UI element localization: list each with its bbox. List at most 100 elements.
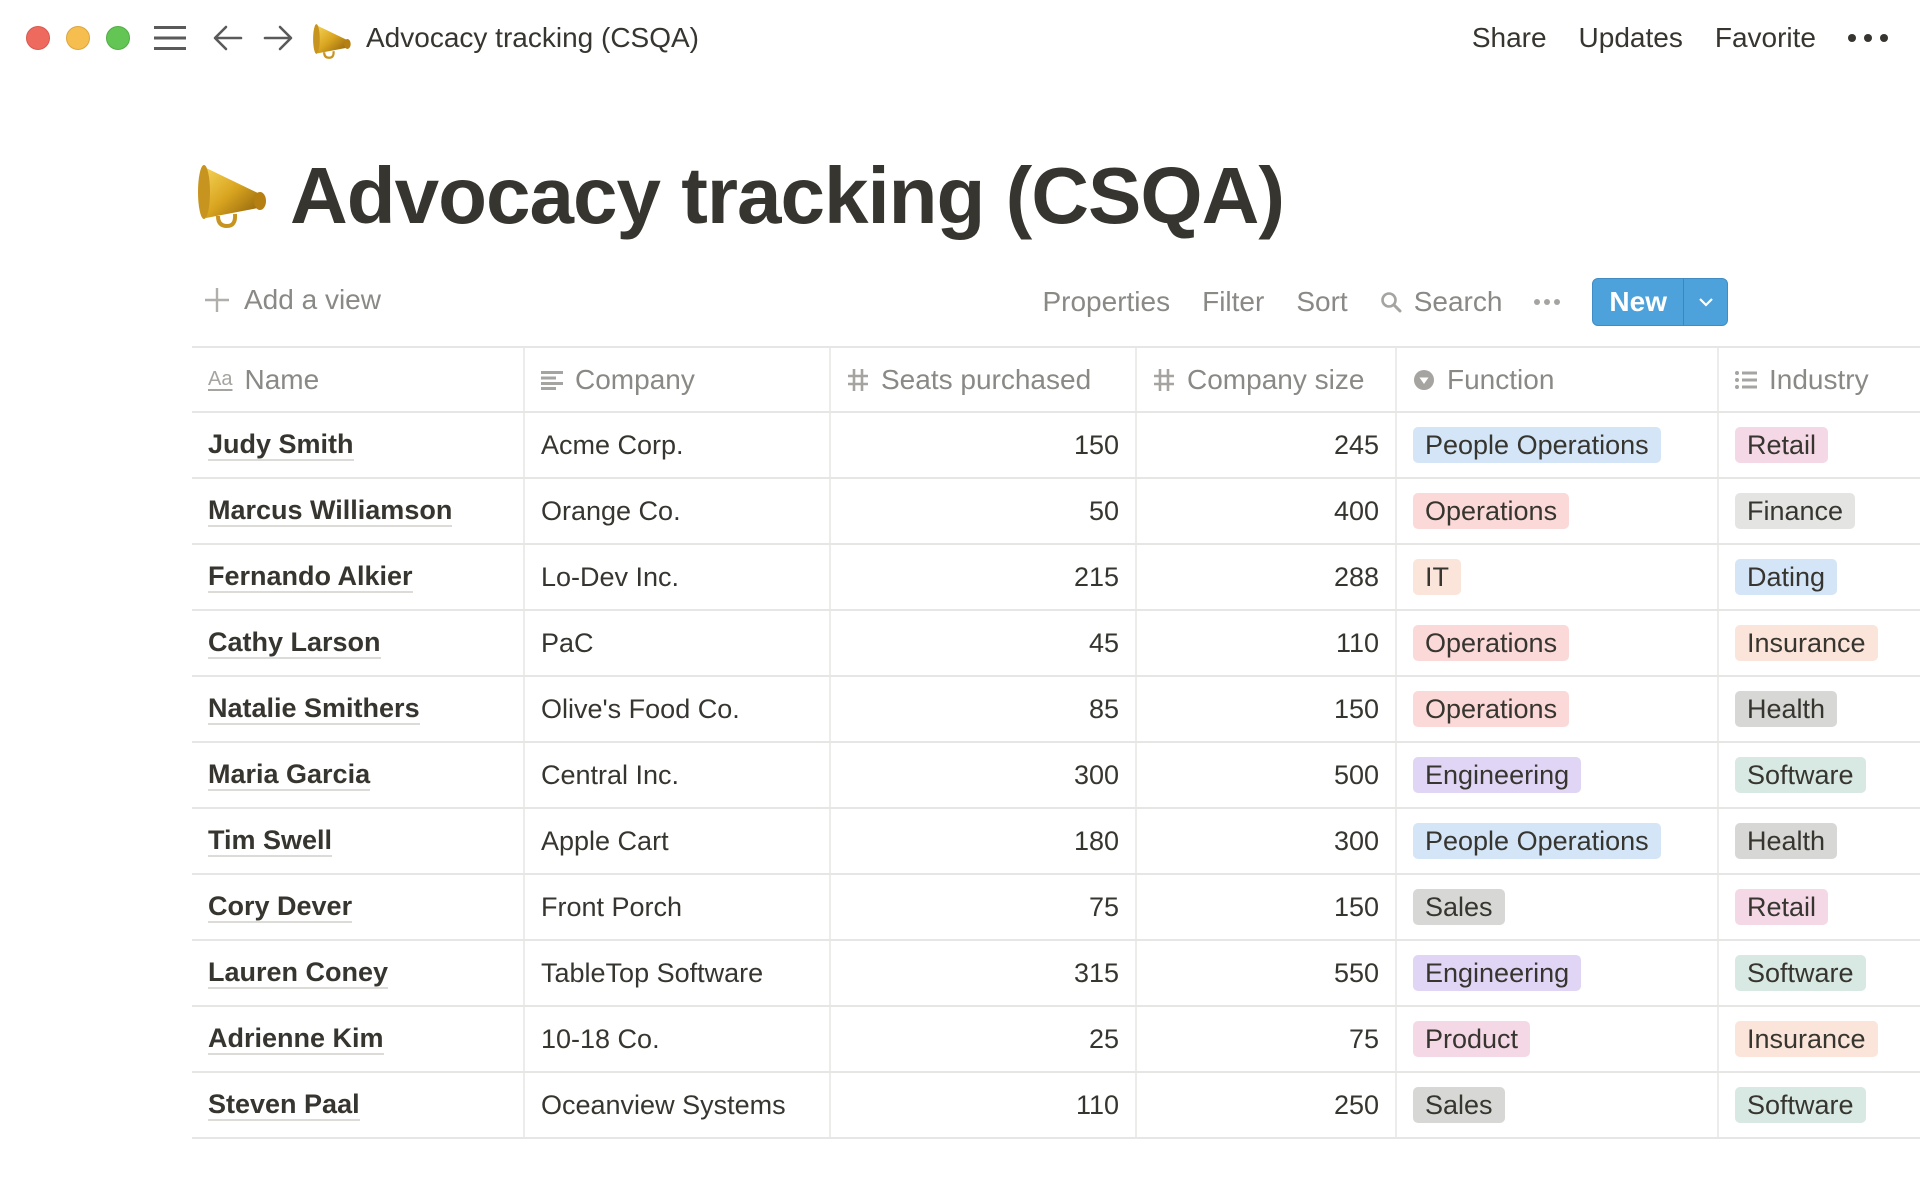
function-cell[interactable]: Engineering [1397,743,1719,807]
name-cell[interactable]: Cory Dever [192,875,525,939]
function-cell[interactable]: Operations [1397,611,1719,675]
industry-cell[interactable]: Finance [1719,479,1920,543]
company-size-cell[interactable]: 288 [1137,545,1397,609]
company-cell[interactable]: 10-18 Co. [525,1007,831,1071]
company-size-cell[interactable]: 550 [1137,941,1397,1005]
company-cell[interactable]: Oceanview Systems [525,1073,831,1137]
seats-purchased-cell[interactable]: 215 [831,545,1137,609]
company-cell[interactable]: Acme Corp. [525,413,831,477]
industry-cell[interactable]: Health [1719,677,1920,741]
function-cell[interactable]: Product [1397,1007,1719,1071]
company-cell[interactable]: Lo-Dev Inc. [525,545,831,609]
industry-cell[interactable]: Software [1719,1073,1920,1137]
company-size-cell[interactable]: 500 [1137,743,1397,807]
company-size-cell[interactable]: 250 [1137,1073,1397,1137]
function-cell[interactable]: People Operations [1397,809,1719,873]
name-cell[interactable]: Marcus Williamson [192,479,525,543]
name-cell[interactable]: Steven Paal [192,1073,525,1137]
record-name-link[interactable]: Cathy Larson [208,627,381,659]
name-cell[interactable]: Natalie Smithers [192,677,525,741]
name-cell[interactable]: Adrienne Kim [192,1007,525,1071]
column-header-name[interactable]: Aa Name [192,348,525,411]
column-header-company-size[interactable]: Company size [1137,348,1397,411]
industry-cell[interactable]: Insurance [1719,611,1920,675]
table-row[interactable]: Cathy Larson PaC 45 110 Operations Insur… [192,611,1920,677]
record-name-link[interactable]: Tim Swell [208,825,333,857]
record-name-link[interactable]: Adrienne Kim [208,1023,384,1055]
seats-purchased-cell[interactable]: 110 [831,1073,1137,1137]
industry-cell[interactable]: Retail [1719,875,1920,939]
add-view-button[interactable]: Add a view [204,284,381,316]
more-horizontal-icon[interactable] [1848,34,1888,42]
more-options-icon[interactable] [1534,299,1561,305]
table-row[interactable]: Lauren Coney TableTop Software 315 550 E… [192,941,1920,1007]
company-size-cell[interactable]: 150 [1137,677,1397,741]
company-size-cell[interactable]: 245 [1137,413,1397,477]
record-name-link[interactable]: Fernando Alkier [208,561,413,593]
table-row[interactable]: Adrienne Kim 10-18 Co. 25 75 Product Ins… [192,1007,1920,1073]
company-size-cell[interactable]: 150 [1137,875,1397,939]
function-cell[interactable]: Sales [1397,1073,1719,1137]
record-name-link[interactable]: Steven Paal [208,1089,360,1121]
function-cell[interactable]: Operations [1397,677,1719,741]
industry-cell[interactable]: Health [1719,809,1920,873]
company-cell[interactable]: Apple Cart [525,809,831,873]
column-header-seats-purchased[interactable]: Seats purchased [831,348,1137,411]
company-size-cell[interactable]: 300 [1137,809,1397,873]
name-cell[interactable]: Tim Swell [192,809,525,873]
seats-purchased-cell[interactable]: 75 [831,875,1137,939]
table-row[interactable]: Fernando Alkier Lo-Dev Inc. 215 288 IT D… [192,545,1920,611]
seats-purchased-cell[interactable]: 50 [831,479,1137,543]
seats-purchased-cell[interactable]: 150 [831,413,1137,477]
record-name-link[interactable]: Lauren Coney [208,957,389,989]
properties-button[interactable]: Properties [1042,286,1170,318]
new-dropdown-button[interactable] [1683,279,1727,325]
name-cell[interactable]: Fernando Alkier [192,545,525,609]
table-row[interactable]: Tim Swell Apple Cart 180 300 People Oper… [192,809,1920,875]
company-size-cell[interactable]: 110 [1137,611,1397,675]
name-cell[interactable]: Maria Garcia [192,743,525,807]
table-row[interactable]: Judy Smith Acme Corp. 150 245 People Ope… [192,413,1920,479]
table-row[interactable]: Steven Paal Oceanview Systems 110 250 Sa… [192,1073,1920,1139]
page-title[interactable]: Advocacy tracking (CSQA) [290,148,1285,244]
name-cell[interactable]: Cathy Larson [192,611,525,675]
seats-purchased-cell[interactable]: 315 [831,941,1137,1005]
industry-cell[interactable]: Insurance [1719,1007,1920,1071]
function-cell[interactable]: Operations [1397,479,1719,543]
sort-button[interactable]: Sort [1296,286,1347,318]
function-cell[interactable]: Engineering [1397,941,1719,1005]
favorite-button[interactable]: Favorite [1715,22,1816,54]
table-row[interactable]: Natalie Smithers Olive's Food Co. 85 150… [192,677,1920,743]
sidebar-menu-icon[interactable] [152,20,188,56]
company-cell[interactable]: Olive's Food Co. [525,677,831,741]
forward-arrow-icon[interactable] [260,20,296,56]
record-name-link[interactable]: Natalie Smithers [208,693,420,725]
new-button[interactable]: New [1593,279,1683,325]
back-arrow-icon[interactable] [210,20,246,56]
name-cell[interactable]: Lauren Coney [192,941,525,1005]
name-cell[interactable]: Judy Smith [192,413,525,477]
industry-cell[interactable]: Software [1719,743,1920,807]
record-name-link[interactable]: Cory Dever [208,891,353,923]
updates-button[interactable]: Updates [1579,22,1683,54]
record-name-link[interactable]: Marcus Williamson [208,495,453,527]
maximize-window-button[interactable] [106,26,130,50]
company-cell[interactable]: Orange Co. [525,479,831,543]
table-row[interactable]: Cory Dever Front Porch 75 150 Sales Reta… [192,875,1920,941]
function-cell[interactable]: IT [1397,545,1719,609]
minimize-window-button[interactable] [66,26,90,50]
seats-purchased-cell[interactable]: 300 [831,743,1137,807]
company-cell[interactable]: PaC [525,611,831,675]
close-window-button[interactable] [26,26,50,50]
page-megaphone-icon[interactable] [196,154,272,230]
company-cell[interactable]: TableTop Software [525,941,831,1005]
seats-purchased-cell[interactable]: 85 [831,677,1137,741]
company-size-cell[interactable]: 75 [1137,1007,1397,1071]
industry-cell[interactable]: Dating [1719,545,1920,609]
industry-cell[interactable]: Retail [1719,413,1920,477]
function-cell[interactable]: People Operations [1397,413,1719,477]
function-cell[interactable]: Sales [1397,875,1719,939]
column-header-company[interactable]: Company [525,348,831,411]
industry-cell[interactable]: Software [1719,941,1920,1005]
share-button[interactable]: Share [1472,22,1547,54]
